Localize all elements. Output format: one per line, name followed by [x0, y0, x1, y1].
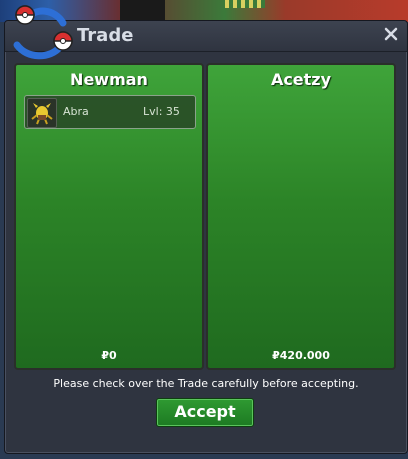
item-name: Abra [63, 105, 89, 118]
my-offer-panel: Newman Abra Lvl: 35 ₽0 [14, 63, 204, 370]
window-title: Trade [77, 25, 134, 46]
pokeball-logo-icon [13, 5, 73, 60]
my-player-name: Newman [70, 70, 148, 89]
close-icon[interactable] [383, 26, 399, 42]
trade-notice: Please check over the Trade carefully be… [53, 377, 359, 390]
partner-offer-panel: Acetzy ₽420.000 [206, 63, 396, 370]
partner-money-offer: ₽420.000 [272, 349, 330, 362]
partner-player-name: Acetzy [270, 70, 332, 89]
accept-button[interactable]: Accept [156, 398, 254, 427]
my-money-offer: ₽0 [101, 349, 117, 362]
background-tile [120, 0, 165, 20]
trade-item[interactable]: Abra Lvl: 35 [24, 95, 196, 129]
trade-window: Trade Newman Abra Lvl: 35 ₽0 Acetzy ₽420… [4, 5, 408, 454]
background-tile [225, 0, 265, 8]
item-level: Lvl: 35 [143, 105, 180, 118]
abra-sprite-icon [27, 98, 57, 128]
